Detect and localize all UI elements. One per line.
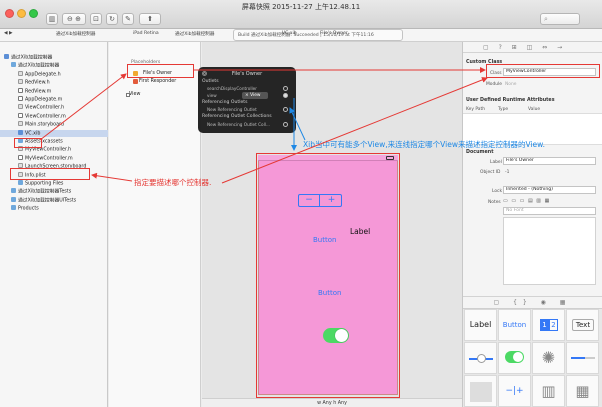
arrow-note-to-class	[221, 77, 488, 184]
xcode-window: 屏幕快照 2015-11-27 上午12.48.11 ▥ ⊖ ⊕ ⊡ ↻ ✎ ⬆…	[0, 0, 602, 407]
arrow-note-to-myvc	[91, 172, 133, 182]
annotation-arrows	[39, 67, 488, 184]
arrow-xib-to-owner	[39, 73, 127, 141]
arrow-blue-note-to-outlet	[289, 107, 306, 141]
